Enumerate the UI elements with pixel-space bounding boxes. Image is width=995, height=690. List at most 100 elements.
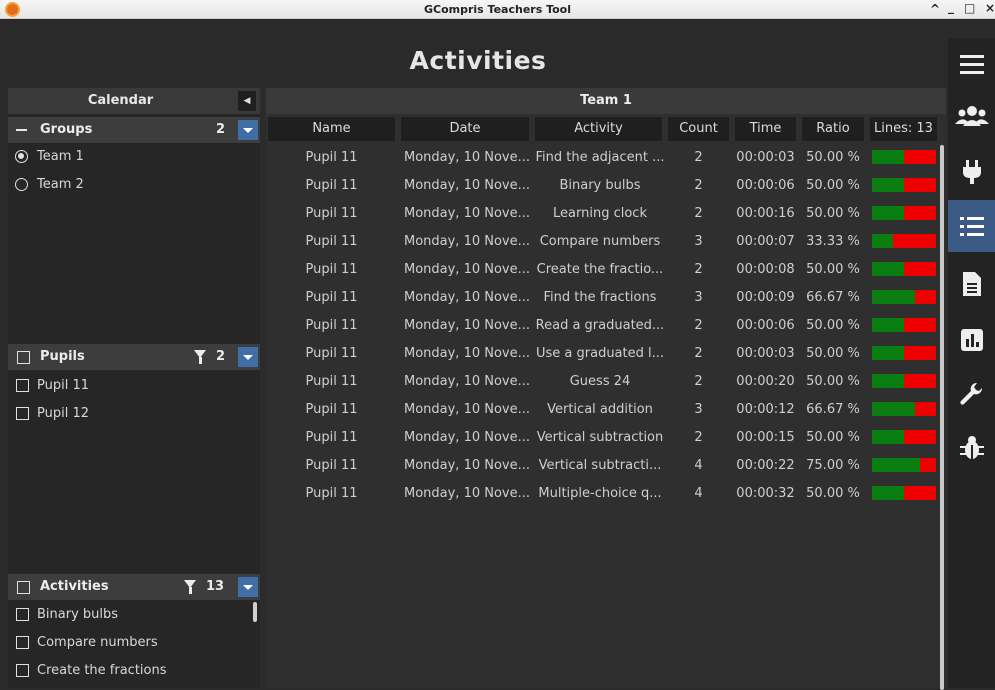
col-header-name[interactable]: Name (268, 117, 395, 141)
window-close-button[interactable]: × (985, 1, 995, 15)
pupil-checkbox[interactable] (16, 407, 29, 420)
group-item-team2[interactable]: Team 2 (8, 174, 260, 196)
table-row[interactable]: Pupil 11 Monday, 10 Nove... Find the adjac… (266, 144, 946, 172)
col-header-count[interactable]: Count (668, 117, 729, 141)
cell-activity: Multiple-choice q... (538, 486, 662, 501)
window-minimize-button[interactable]: _ (948, 0, 954, 14)
table-row[interactable]: Pupil 11 Monday, 10 Nove... Vertical subtr… (266, 452, 946, 480)
table-row[interactable]: Pupil 11 Monday, 10 Nove... Read a graduat… (266, 312, 946, 340)
activity-filter-item[interactable]: Binary bulbs (8, 604, 260, 626)
ratio-bar-fill (872, 486, 904, 500)
cell-name: Pupil 11 (305, 178, 358, 193)
activities-view-button[interactable] (948, 200, 995, 252)
pupil-item[interactable]: Pupil 11 (8, 375, 260, 397)
window-shade-button[interactable]: ^ (930, 2, 940, 16)
cell-count: 4 (694, 458, 703, 473)
ratio-bar (872, 290, 936, 304)
activities-select-all-checkbox[interactable] (17, 581, 30, 594)
col-header-time[interactable]: Time (735, 117, 796, 141)
col-header-activity[interactable]: Activity (535, 117, 662, 141)
activity-checkbox[interactable] (16, 608, 29, 621)
calendar-collapse-button[interactable]: ◀ (238, 91, 256, 111)
table-row[interactable]: Pupil 11 Monday, 10 Nove... Multiple-choic… (266, 480, 946, 508)
users-icon (954, 106, 989, 126)
activities-count: 13 (206, 579, 225, 594)
cell-activity: Binary bulbs (559, 178, 641, 193)
cell-count: 2 (694, 262, 703, 277)
activity-checkbox[interactable] (16, 664, 29, 677)
cell-count: 2 (694, 430, 703, 445)
pupils-dropdown-button[interactable] (238, 347, 258, 367)
group-radio[interactable] (15, 150, 28, 163)
cell-ratio: 66.67 % (806, 290, 860, 305)
cell-activity: Create the fractio... (536, 262, 664, 277)
cell-name: Pupil 11 (305, 430, 358, 445)
ratio-bar-fill (872, 178, 904, 192)
activities-scrollbar[interactable] (253, 602, 257, 622)
cell-ratio: 50.00 % (806, 178, 860, 193)
menu-button[interactable] (948, 38, 995, 90)
document-icon (962, 272, 981, 296)
activity-filter-item[interactable]: Compare numbers (8, 632, 260, 654)
table-row[interactable]: Pupil 11 Monday, 10 Nove... Guess 24 2 00:00… (266, 368, 946, 396)
window-maximize-button[interactable]: □ (964, 1, 975, 15)
group-radio[interactable] (15, 178, 28, 191)
table-row[interactable]: Pupil 11 Monday, 10 Nove... Use a graduate… (266, 340, 946, 368)
ratio-bar-fill (872, 290, 915, 304)
group-item-label: Team 2 (37, 177, 84, 192)
cell-count: 2 (694, 346, 703, 361)
cell-time: 00:00:06 (736, 318, 795, 333)
col-header-ratio[interactable]: Ratio (802, 117, 864, 141)
activity-filter-item[interactable]: Create the fractions (8, 660, 260, 682)
ratio-bar-fill (872, 374, 904, 388)
users-button[interactable] (948, 90, 995, 142)
activities-label: Activities (40, 579, 109, 594)
cell-activity: Vertical subtraction (536, 430, 664, 445)
groups-collapse-icon[interactable] (16, 129, 27, 131)
calendar-bar[interactable]: Calendar ◀ (8, 88, 260, 114)
pupil-item-label: Pupil 12 (37, 406, 89, 421)
charts-button[interactable] (948, 314, 995, 366)
table-row[interactable]: Pupil 11 Monday, 10 Nove... Learning clock… (266, 200, 946, 228)
table-row[interactable]: Pupil 11 Monday, 10 Nove... Find the fract… (266, 284, 946, 312)
groups-dropdown-button[interactable] (238, 120, 258, 140)
cell-activity: Vertical subtracti... (538, 458, 662, 473)
ratio-bar (872, 346, 936, 360)
table-row[interactable]: Pupil 11 Monday, 10 Nove... Binary bulbs 2 0… (266, 172, 946, 200)
cell-date: Monday, 10 Nove... (403, 262, 531, 277)
table-scrollbar[interactable] (940, 145, 944, 690)
pupils-filter-icon[interactable] (194, 350, 206, 364)
cell-count: 2 (694, 150, 703, 165)
plugins-button[interactable] (948, 146, 995, 198)
col-header-lines[interactable]: Lines: 13 (870, 117, 937, 141)
table-row[interactable]: Pupil 11 Monday, 10 Nove... Create the fra… (266, 256, 946, 284)
table-row[interactable]: Pupil 11 Monday, 10 Nove... Compare number… (266, 228, 946, 256)
pupil-item[interactable]: Pupil 12 (8, 403, 260, 425)
ratio-bar (872, 430, 936, 444)
cell-date: Monday, 10 Nove... (403, 402, 531, 417)
debug-button[interactable] (948, 422, 995, 474)
activities-dropdown-button[interactable] (238, 577, 258, 597)
reports-button[interactable] (948, 258, 995, 310)
group-item-team1[interactable]: Team 1 (8, 146, 260, 168)
cell-name: Pupil 11 (305, 374, 358, 389)
cell-name: Pupil 11 (305, 234, 358, 249)
cell-count: 4 (694, 486, 703, 501)
table-row[interactable]: Pupil 11 Monday, 10 Nove... Vertical addit… (266, 396, 946, 424)
cell-ratio: 50.00 % (806, 346, 860, 361)
pupil-checkbox[interactable] (16, 379, 29, 392)
cell-count: 3 (694, 290, 703, 305)
table-row[interactable]: Pupil 11 Monday, 10 Nove... Vertical subtr… (266, 424, 946, 452)
cell-ratio: 50.00 % (806, 150, 860, 165)
col-header-date[interactable]: Date (401, 117, 529, 141)
ratio-bar-fill (872, 430, 904, 444)
cell-time: 00:00:03 (736, 150, 795, 165)
cell-time: 00:00:22 (736, 458, 795, 473)
settings-button[interactable] (948, 368, 995, 420)
activities-filter-icon[interactable] (184, 580, 196, 594)
ratio-bar (872, 374, 936, 388)
activity-checkbox[interactable] (16, 636, 29, 649)
cell-date: Monday, 10 Nove... (403, 150, 531, 165)
pupils-select-all-checkbox[interactable] (17, 351, 30, 364)
ratio-bar (872, 262, 936, 276)
